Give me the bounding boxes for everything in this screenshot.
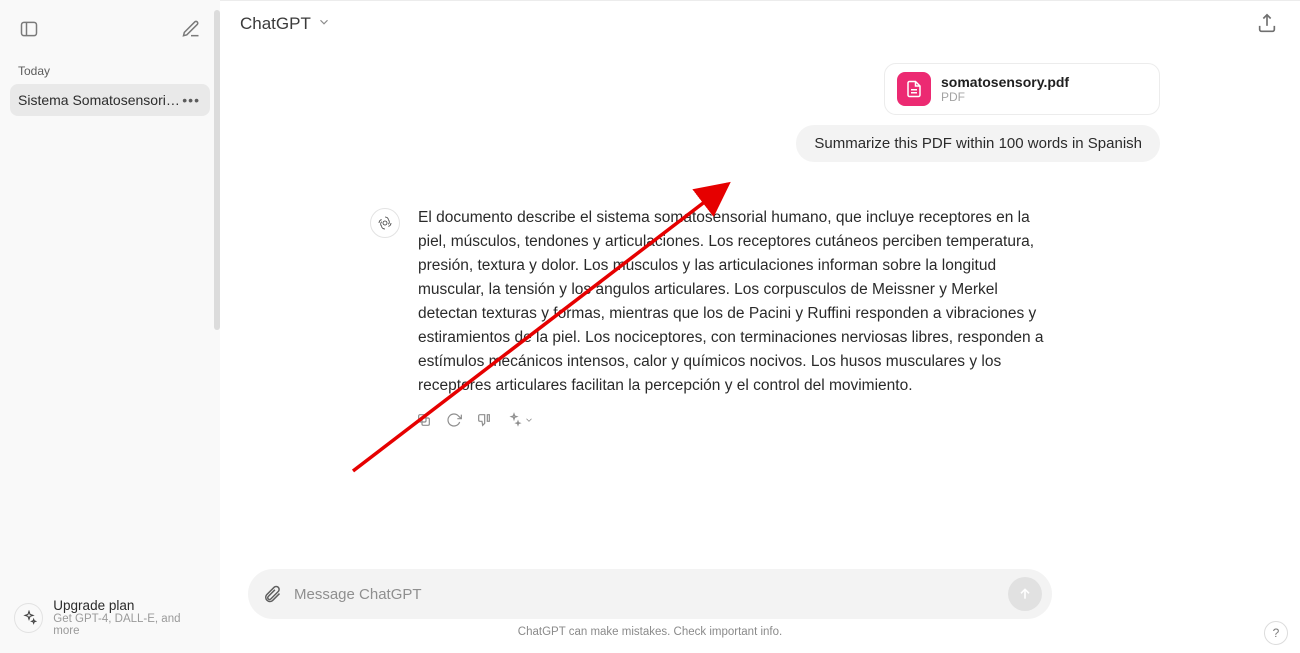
more-icon[interactable]: ••• <box>180 92 202 108</box>
chevron-down-icon <box>317 14 331 34</box>
model-name: ChatGPT <box>240 14 311 34</box>
assistant-response-text: El documento describe el sistema somatos… <box>418 206 1058 398</box>
assistant-message: El documento describe el sistema somatos… <box>370 206 1150 398</box>
edit-icon <box>181 19 201 39</box>
sidebar: Today Sistema Somatosensorial Hum ••• Up… <box>0 0 220 653</box>
share-icon <box>1256 13 1278 35</box>
sidebar-icon <box>19 19 39 39</box>
sidebar-item-label: Sistema Somatosensorial Hum <box>18 92 180 108</box>
attachment-filename: somatosensory.pdf <box>941 74 1069 90</box>
collapse-sidebar-button[interactable] <box>16 16 42 42</box>
regenerate-button[interactable] <box>446 412 462 428</box>
file-icon <box>897 72 931 106</box>
help-button[interactable]: ? <box>1264 621 1288 645</box>
attach-button[interactable] <box>262 584 282 604</box>
copy-button[interactable] <box>416 412 432 428</box>
sidebar-item-chat[interactable]: Sistema Somatosensorial Hum ••• <box>10 84 210 116</box>
main-area: ChatGPT somatosensory.pdf <box>220 0 1300 653</box>
message-actions <box>416 412 1150 428</box>
model-info-button[interactable] <box>506 412 534 428</box>
help-icon: ? <box>1273 626 1280 640</box>
paperclip-icon <box>262 584 282 604</box>
conversation: somatosensory.pdf PDF Summarize this PDF… <box>220 47 1300 653</box>
share-button[interactable] <box>1254 11 1280 37</box>
thumbs-down-button[interactable] <box>476 412 492 428</box>
composer-input[interactable] <box>292 585 998 604</box>
assistant-avatar <box>370 208 400 238</box>
user-message: somatosensory.pdf PDF Summarize this PDF… <box>370 63 1160 162</box>
attachment-filetype: PDF <box>941 90 1069 104</box>
model-switcher[interactable]: ChatGPT <box>240 14 331 34</box>
sidebar-section-today: Today <box>10 58 210 84</box>
composer-area: ChatGPT can make mistakes. Check importa… <box>0 569 1300 653</box>
disclaimer-text: ChatGPT can make mistakes. Check importa… <box>20 619 1280 645</box>
topbar: ChatGPT <box>220 1 1300 47</box>
send-button[interactable] <box>1008 577 1042 611</box>
composer[interactable] <box>248 569 1052 619</box>
openai-logo-icon <box>377 215 393 231</box>
arrow-up-icon <box>1017 586 1033 602</box>
new-chat-button[interactable] <box>178 16 204 42</box>
attachment-card[interactable]: somatosensory.pdf PDF <box>884 63 1160 115</box>
user-prompt-bubble: Summarize this PDF within 100 words in S… <box>796 125 1160 162</box>
